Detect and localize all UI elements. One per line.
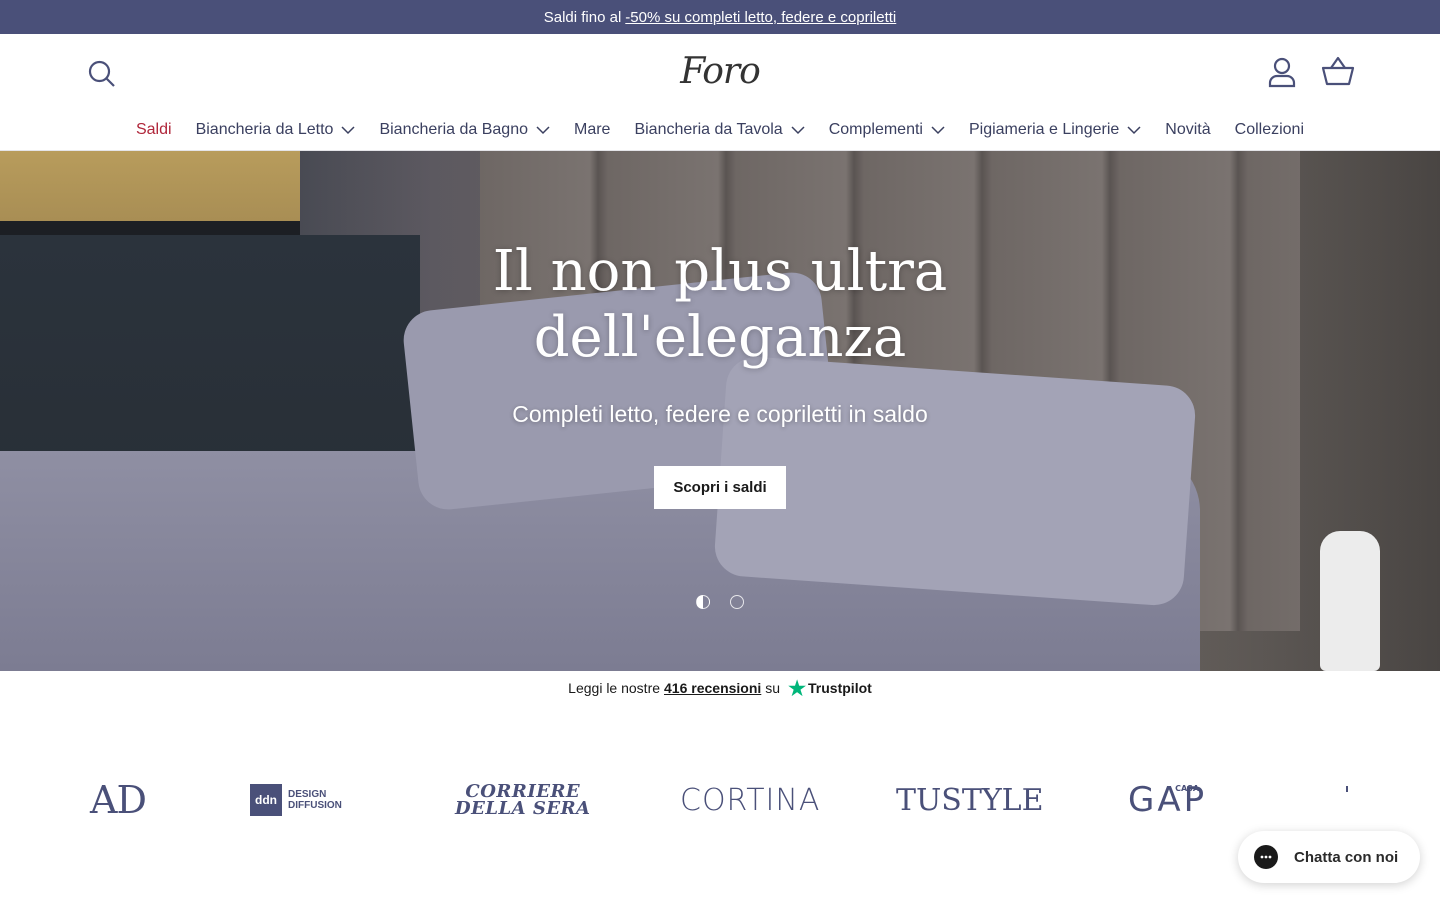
press-logo-tustyle: TUSTYLE [896, 782, 1044, 818]
slider-dot-2[interactable] [730, 595, 744, 609]
cart-button[interactable] [1318, 52, 1358, 92]
trustpilot-widget: Leggi le nostre 416 recensioni su ★ Trus… [0, 676, 1440, 700]
nav-item-label: Collezioni [1234, 121, 1305, 138]
reviews-link[interactable]: 416 recensioni [664, 680, 761, 696]
chat-label: Chatta con noi [1294, 848, 1399, 866]
hero-title-line: Il non plus ultra [492, 239, 948, 304]
nav-item-biancheria-letto[interactable]: Biancheria da Letto [196, 121, 356, 139]
trustpilot-logo[interactable]: ★ Trustpilot [788, 676, 872, 701]
slider-dots [0, 595, 1440, 609]
nav-item-label: Complementi [828, 121, 923, 138]
chevron-down-icon [931, 126, 945, 135]
main-nav: Saldi Biancheria da Letto Biancheria da … [0, 114, 1440, 146]
ddn-mark: ddn [250, 784, 282, 816]
trustpilot-suffix: su [765, 680, 781, 696]
nav-item-label: Novità [1165, 121, 1211, 138]
nav-item-label: Biancheria da Bagno [379, 121, 528, 138]
hero-title: Il non plus ultra dell'eleganza [0, 239, 1440, 371]
site-logo[interactable]: Foro [660, 48, 780, 94]
trustpilot-star-icon: ★ [788, 677, 807, 700]
chevron-down-icon [1127, 126, 1141, 135]
hero-window-frame [0, 221, 300, 235]
nav-item-collezioni[interactable]: Collezioni [1235, 121, 1304, 139]
nav-item-novita[interactable]: Novità [1165, 121, 1210, 139]
search-icon [88, 60, 115, 87]
nav-item-saldi[interactable]: Saldi [136, 121, 172, 139]
account-button[interactable] [1262, 52, 1302, 92]
site-header: Foro Saldi Biancheria da Letto Biancheri… [0, 34, 1440, 151]
announcement-link[interactable]: -50% su completi letto, federe e coprile… [625, 9, 896, 26]
nav-item-mare[interactable]: Mare [574, 121, 610, 139]
slider-dot-1[interactable] [696, 595, 710, 609]
chevron-down-icon [341, 126, 355, 135]
nav-item-label: Biancheria da Letto [195, 121, 334, 138]
chevron-down-icon [791, 126, 805, 135]
search-button[interactable] [84, 56, 120, 92]
nav-item-label: Mare [574, 121, 611, 138]
nav-item-label: Pigiameria e Lingerie [968, 121, 1120, 138]
account-icon [1268, 57, 1296, 88]
press-logo-ad: AD [90, 778, 147, 822]
hero-banner: Il non plus ultra dell'eleganza Completi… [0, 151, 1440, 671]
hero-content: Il non plus ultra dell'eleganza Completi… [0, 239, 1440, 509]
hero-title-line: dell'eleganza [533, 305, 907, 370]
press-logo-partial [1346, 786, 1348, 792]
nav-item-pigiameria[interactable]: Pigiameria e Lingerie [969, 121, 1141, 139]
announcement-bar: Saldi fino al -50% su completi letto, fe… [0, 0, 1440, 34]
announcement-text: Saldi fino al [543, 8, 622, 26]
press-logo-gap: GAP CASA [1128, 770, 1207, 830]
hero-subtitle: Completi letto, federe e copriletti in s… [512, 401, 928, 427]
nav-item-biancheria-tavola[interactable]: Biancheria da Tavola [634, 121, 805, 139]
nav-item-label: Biancheria da Tavola [634, 121, 783, 138]
nav-item-label: Saldi [135, 121, 172, 138]
press-logo-ddn: ddn DESIGN DIFFUSION [250, 770, 342, 830]
chat-icon [1254, 845, 1278, 869]
press-logo-cortina: CORTINA [680, 782, 821, 818]
press-logos: AD ddn DESIGN DIFFUSION CORRIERE DELLA S… [60, 770, 1380, 830]
trustpilot-brand: Trustpilot [808, 680, 872, 696]
chevron-down-icon [536, 126, 550, 135]
ddn-line: DIFFUSION [288, 800, 342, 811]
corriere-line: DELLA SERA [455, 798, 591, 819]
basket-icon [1321, 56, 1355, 86]
shop-sale-button[interactable]: Scopri i saldi [654, 466, 786, 509]
nav-item-biancheria-bagno[interactable]: Biancheria da Bagno [379, 121, 550, 139]
trustpilot-prefix: Leggi le nostre [568, 680, 661, 696]
gap-casa: CASA [1175, 784, 1200, 793]
ddn-line: DESIGN [288, 789, 327, 800]
press-logo-corriere: CORRIERE DELLA SERA [455, 770, 591, 830]
nav-item-complementi[interactable]: Complementi [829, 121, 945, 139]
chat-button[interactable]: Chatta con noi [1238, 831, 1420, 883]
